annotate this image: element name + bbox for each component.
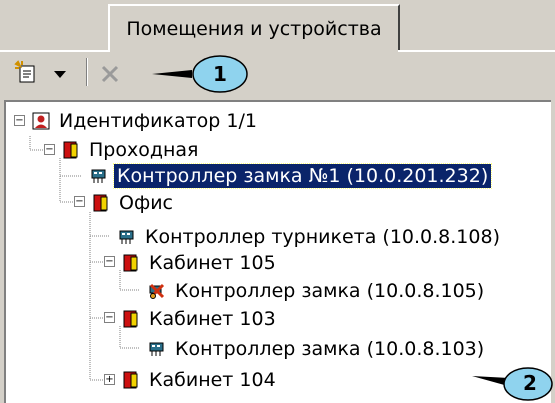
callout-1-label: 1	[213, 62, 227, 86]
tree-node-turnstile-controller[interactable]: Контроллер турникета (10.0.8.108)	[118, 224, 503, 250]
tree-node-lock-controller-103[interactable]: Контроллер замка (10.0.8.103)	[148, 336, 487, 362]
door-icon	[123, 371, 138, 389]
tree-node-label: Контроллер турникета (10.0.8.108)	[145, 226, 500, 248]
tree-node-label: Проходная	[89, 139, 199, 161]
expander-root[interactable]: −	[14, 115, 25, 126]
expander-office[interactable]: −	[74, 196, 85, 207]
tree-node-passage[interactable]: Проходная	[62, 137, 201, 163]
tree-node-label: Контроллер замка №1 (10.0.201.232)	[112, 163, 493, 189]
expander-cabinet-104[interactable]: +	[104, 374, 115, 385]
tab-rooms-and-devices[interactable]: Помещения и устройства	[108, 4, 400, 52]
add-item-icon	[14, 60, 35, 83]
tree-node-cabinet-105[interactable]: Кабинет 105	[122, 250, 279, 276]
tree-node-label: Кабинет 105	[149, 252, 276, 274]
tree-node-office[interactable]: Офис	[92, 190, 176, 216]
tree-node-label: Идентификатор 1/1	[59, 110, 257, 132]
tree-node-label: Кабинет 104	[149, 369, 276, 391]
expander-cabinet-105[interactable]: −	[104, 256, 115, 267]
identifier-icon	[32, 112, 50, 130]
door-icon	[93, 194, 108, 212]
controller-icon	[119, 230, 134, 244]
door-icon	[123, 254, 138, 272]
tree-node-cabinet-103[interactable]: Кабинет 103	[122, 306, 279, 332]
tree-node-lock-controller-105[interactable]: Контроллер замка (10.0.8.105)	[148, 278, 487, 304]
expander-passage[interactable]: −	[44, 144, 55, 155]
delete-button[interactable]	[96, 60, 124, 88]
device-tree[interactable]: − − − − − + Идентификатор 1/1 Проходная	[4, 100, 551, 403]
chevron-down-icon	[54, 71, 66, 78]
tree-node-label: Контроллер замка (10.0.8.103)	[175, 338, 485, 360]
tree-node-lock-controller-1[interactable]: Контроллер замка №1 (10.0.201.232)	[90, 163, 493, 189]
tab-strip: Помещения и устройства	[0, 0, 555, 52]
devices-panel: Помещения и устройства 1 − − − − − + Иде…	[0, 0, 555, 403]
door-icon	[123, 310, 138, 328]
toolbar	[0, 52, 555, 96]
controller-icon	[149, 342, 164, 356]
toolbar-separator	[86, 58, 88, 86]
tree-node-root[interactable]: Идентификатор 1/1	[32, 108, 260, 134]
tree-node-cabinet-104[interactable]: Кабинет 104	[122, 367, 279, 393]
tree-node-label: Кабинет 103	[149, 308, 276, 330]
controller-error-icon	[149, 283, 165, 299]
add-item-button[interactable]	[10, 58, 44, 88]
tree-node-label: Офис	[119, 192, 173, 214]
door-icon	[63, 141, 78, 159]
tree-node-label: Контроллер замка (10.0.8.105)	[175, 280, 485, 302]
callout-2-label: 2	[523, 371, 537, 395]
controller-icon	[91, 169, 106, 183]
close-icon	[101, 65, 119, 83]
expander-cabinet-103[interactable]: −	[104, 312, 115, 323]
add-item-dropdown[interactable]	[52, 66, 68, 82]
